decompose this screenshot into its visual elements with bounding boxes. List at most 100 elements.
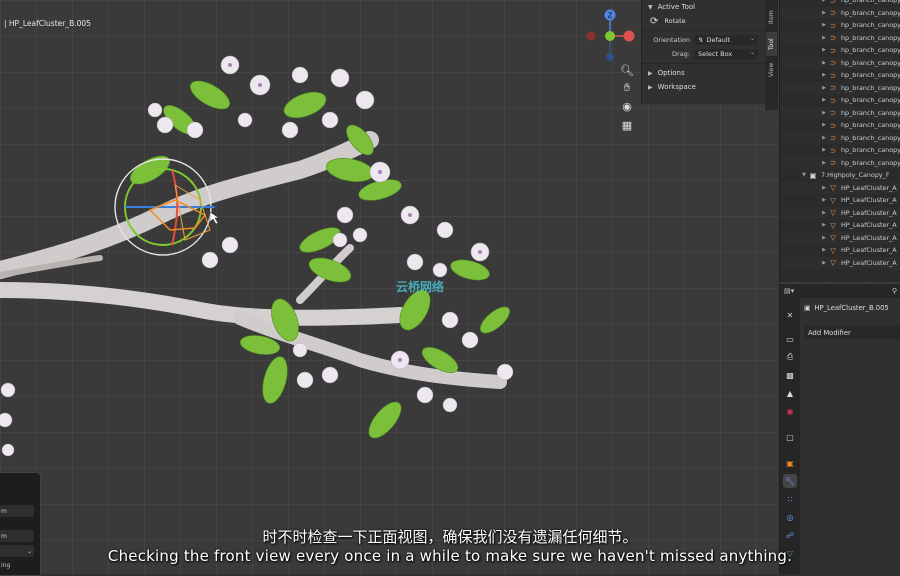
outliner-item-label: hp_branch_canopy — [841, 121, 900, 130]
editor-type-icon[interactable]: ▤▾ — [784, 287, 794, 295]
outliner-row[interactable]: ▶ ⊃ hp_branch_canopy — [780, 131, 900, 144]
curve-icon: ⊃ — [829, 95, 837, 105]
expand-right-icon[interactable]: ▶ — [820, 22, 828, 28]
expand-right-icon[interactable]: ▶ — [820, 47, 828, 53]
expand-right-icon[interactable]: ▶ — [820, 135, 828, 141]
outliner-row[interactable]: ▶ ⊃ hp_branch_canopy — [780, 6, 900, 19]
expand-down-icon[interactable]: ▼ — [800, 172, 808, 178]
outliner-item-label: HP_LeafCluster_A — [841, 246, 897, 255]
outliner-row[interactable]: ▶ ⊃ hp_branch_canopy — [780, 19, 900, 32]
scene-icon[interactable]: ▲ — [783, 386, 797, 400]
drag-dropdown[interactable]: Select Box ⌄ — [694, 49, 758, 59]
collapse-right-icon: ▶ — [648, 69, 653, 77]
expand-right-icon[interactable]: ▶ — [820, 185, 828, 191]
tab-item[interactable]: Item — [766, 4, 777, 30]
tab-view[interactable]: View — [766, 58, 777, 82]
hand-icon[interactable]: ✋︎ — [618, 80, 636, 96]
y-axis-icon — [605, 31, 615, 41]
outliner-row[interactable]: ▶ ▽ HP_LeafCluster_A — [780, 256, 900, 269]
operator-field[interactable]: m — [0, 505, 34, 517]
expand-right-icon[interactable]: ▶ — [820, 0, 828, 3]
particles-icon[interactable]: ∷ — [783, 492, 797, 506]
watermark: 云桥网络 — [396, 280, 445, 294]
camera-icon[interactable]: ◉ — [618, 98, 636, 114]
outliner-item-label: hp_branch_canopy — [841, 33, 900, 42]
expand-right-icon[interactable]: ▶ — [820, 35, 828, 41]
add-modifier-button[interactable]: Add Modifier — [804, 326, 900, 339]
zoom-icon[interactable]: 🔍︎ — [618, 62, 636, 78]
grid-icon[interactable]: ▦ — [618, 117, 636, 133]
outliner-item-label: HP_LeafCluster_A — [841, 258, 897, 267]
curve-icon: ⊃ — [829, 120, 837, 130]
mesh-icon: ▽ — [830, 233, 836, 243]
outliner-item-label: HP_LeafCluster_A — [841, 233, 897, 242]
expand-right-icon[interactable]: ▶ — [820, 260, 828, 266]
outliner-row[interactable]: ▶ ⊃ hp_branch_canopy — [780, 31, 900, 44]
outliner-row[interactable]: ▶ ⊃ hp_branch_canopy — [780, 94, 900, 107]
outliner-item-label: hp_branch_canopy — [841, 71, 900, 80]
active-tool-header[interactable]: ▼ Active Tool — [642, 0, 766, 14]
outliner-item-label: hp_branch_canopy — [841, 0, 900, 5]
outliner-row[interactable]: ▶ ⊃ hp_branch_canopy — [780, 106, 900, 119]
outliner-row[interactable]: ▶ ▽ HP_LeafCluster_A — [780, 181, 900, 194]
expand-right-icon[interactable]: ▶ — [820, 60, 828, 66]
outliner-row[interactable]: ▶ ⊃ hp_branch_canopy — [780, 44, 900, 57]
outliner-item-label: hp_branch_canopy — [841, 108, 900, 117]
options-header[interactable]: ▶ Options — [642, 66, 766, 80]
outliner-row[interactable]: ▶ ⊃ hp_branch_canopy — [780, 69, 900, 82]
expand-right-icon[interactable]: ▶ — [820, 147, 828, 153]
expand-right-icon[interactable]: ▶ — [820, 235, 828, 241]
collection-icon[interactable]: ▢ — [783, 430, 797, 444]
expand-right-icon[interactable]: ▶ — [820, 247, 828, 253]
x-axis-icon — [623, 30, 635, 42]
expand-right-icon[interactable]: ▶ — [820, 222, 828, 228]
workspace-header[interactable]: ▶ Workspace — [642, 80, 766, 94]
output-icon[interactable]: ⎙ — [783, 350, 797, 364]
sidebar-tabs: Item Tool View — [765, 0, 778, 110]
tab-tool[interactable]: Tool — [766, 32, 777, 56]
outliner-row[interactable]: ▶ ▽ HP_LeafCluster_A — [780, 231, 900, 244]
search-icon[interactable]: ⚲ — [892, 287, 897, 295]
outliner-item-label: HP_LeafCluster_A — [841, 221, 897, 230]
outliner-item-label: hp_branch_canopy — [841, 21, 900, 30]
rotate-gizmo[interactable] — [114, 158, 220, 256]
orientation-dropdown[interactable]: ↯ Default ⌄ — [694, 35, 758, 45]
expand-right-icon[interactable]: ▶ — [820, 197, 828, 203]
outliner-row[interactable]: ▶ ▽ HP_LeafCluster_A — [780, 206, 900, 219]
view-layer-icon[interactable]: ▩ — [783, 368, 797, 382]
outliner-row[interactable]: ▶ ▽ HP_LeafCluster_A — [780, 219, 900, 232]
active-tool-row[interactable]: ⟳ Rotate — [642, 14, 766, 28]
svg-text:Z: Z — [608, 12, 613, 20]
outliner-row[interactable]: ▶ ▽ HP_LeafCluster_A — [780, 194, 900, 207]
tool-settings-icon[interactable]: ✕ — [783, 308, 797, 322]
expand-right-icon[interactable]: ▶ — [820, 72, 828, 78]
expand-right-icon[interactable]: ▶ — [820, 210, 828, 216]
outliner-row[interactable]: ▶ ▽ HP_LeafCluster_A — [780, 244, 900, 257]
expand-right-icon[interactable]: ▶ — [820, 85, 828, 91]
outliner-row[interactable]: ▶ ⊃ hp_branch_canopy — [780, 56, 900, 69]
outliner-row[interactable]: ▼ ▣ 7.Highpoly_Canopy_F — [780, 169, 900, 182]
expand-right-icon[interactable]: ▶ — [820, 110, 828, 116]
expand-right-icon[interactable]: ▶ — [820, 160, 828, 166]
outliner-row[interactable]: ▶ ⊃ hp_branch_canopy — [780, 144, 900, 157]
curve-icon: ⊃ — [829, 58, 837, 68]
drag-row: Drag: Select Box ⌄ — [642, 47, 766, 61]
render-icon[interactable]: ▭ — [783, 332, 797, 346]
expand-right-icon[interactable]: ▶ — [820, 122, 828, 128]
outliner-row[interactable]: ▶ ⊃ hp_branch_canopy — [780, 119, 900, 132]
navigation-gizmo[interactable]: Z — [580, 6, 640, 66]
physics-icon[interactable]: ◎ — [783, 510, 797, 524]
modifier-wrench-icon[interactable]: 🔧︎ — [783, 474, 797, 488]
outliner-item-label: hp_branch_canopy — [841, 83, 900, 92]
expand-right-icon[interactable]: ▶ — [820, 97, 828, 103]
chevron-down-icon: ⌄ — [749, 49, 755, 56]
curve-icon: ⊃ — [829, 20, 837, 30]
outliner-row[interactable]: ▶ ⊃ hp_branch_canopy — [780, 156, 900, 169]
outliner-row[interactable]: ▶ ⊃ hp_branch_canopy — [780, 81, 900, 94]
mesh-icon: ▽ — [830, 258, 836, 268]
expand-right-icon[interactable]: ▶ — [820, 10, 828, 16]
subtitle-chinese: 时不时检查一下正面视图，确保我们没有遗漏任何细节。 — [262, 528, 638, 546]
mesh-icon: ▽ — [830, 183, 836, 193]
world-icon[interactable]: ◉ — [783, 404, 797, 418]
object-icon[interactable]: ▣ — [783, 456, 797, 470]
